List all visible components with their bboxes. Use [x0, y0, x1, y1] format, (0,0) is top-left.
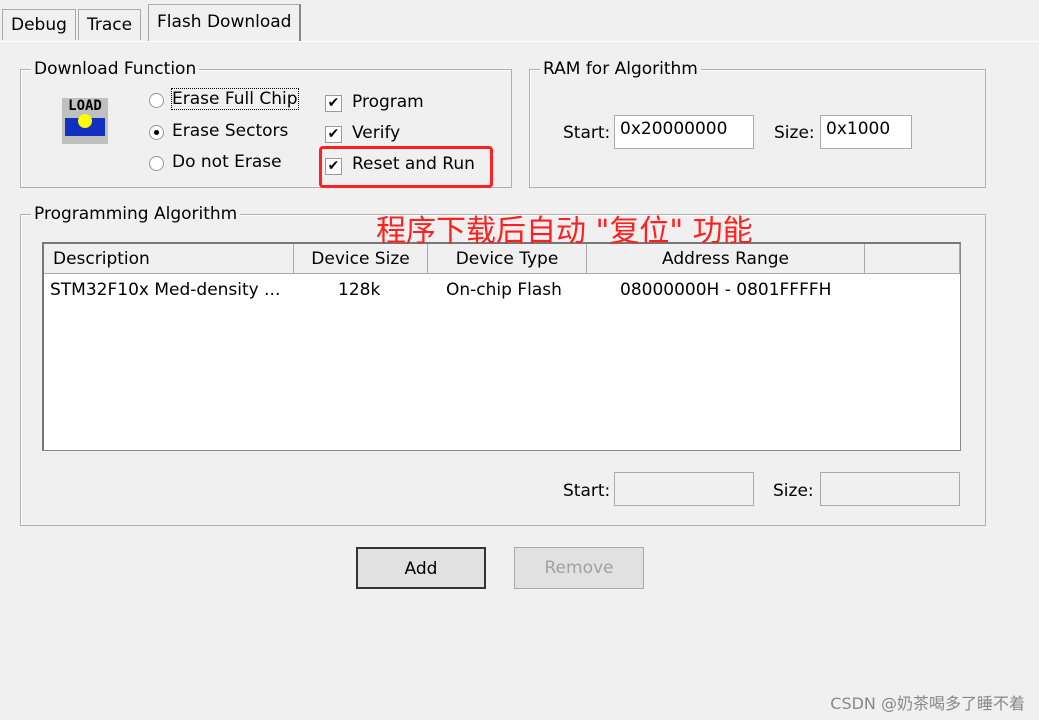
- algo-size-label: Size:: [773, 481, 814, 501]
- ram-size-input[interactable]: 0x1000: [820, 115, 912, 149]
- program-label[interactable]: Program: [352, 92, 424, 112]
- column-description[interactable]: Description: [44, 244, 294, 274]
- tab-debug[interactable]: Debug: [2, 9, 76, 40]
- highlight-box: [319, 146, 493, 188]
- algorithm-list[interactable]: Description Device Size Device Type Addr…: [42, 242, 961, 451]
- remove-button[interactable]: Remove: [514, 547, 644, 589]
- tab-trace[interactable]: Trace: [78, 9, 142, 40]
- cell-description: STM32F10x Med-density ...: [50, 280, 281, 300]
- do-not-erase-label[interactable]: Do not Erase: [172, 152, 282, 172]
- verify-label[interactable]: Verify: [352, 123, 400, 143]
- column-empty: [865, 244, 960, 274]
- tab-flash-download[interactable]: Flash Download: [148, 4, 302, 41]
- add-button[interactable]: Add: [356, 547, 486, 589]
- algo-size-input[interactable]: [820, 472, 960, 506]
- ram-size-label: Size:: [774, 123, 815, 143]
- program-checkbox[interactable]: ✔: [325, 95, 342, 112]
- erase-sectors-radio[interactable]: [149, 125, 164, 140]
- watermark: CSDN @奶茶喝多了睡不着: [830, 694, 1025, 713]
- erase-full-chip-radio[interactable]: [149, 93, 164, 108]
- cell-address-range: 08000000H - 0801FFFFH: [620, 280, 832, 300]
- verify-checkbox[interactable]: ✔: [325, 126, 342, 143]
- erase-sectors-label[interactable]: Erase Sectors: [172, 121, 288, 141]
- group-title: Download Function: [31, 58, 200, 80]
- cell-device-size: 128k: [338, 280, 381, 300]
- group-title: Programming Algorithm: [31, 203, 241, 225]
- do-not-erase-radio[interactable]: [149, 156, 164, 171]
- annotation-text: 程序下载后自动 "复位" 功能: [376, 214, 753, 249]
- algo-start-label: Start:: [563, 481, 611, 501]
- tab-divider: [0, 41, 1039, 42]
- ram-group: RAM for Algorithm Start: 0x20000000 Size…: [529, 58, 986, 188]
- load-icon: LOAD: [62, 98, 108, 144]
- algo-start-input[interactable]: [614, 472, 754, 506]
- group-title: RAM for Algorithm: [540, 58, 701, 80]
- ram-start-label: Start:: [563, 123, 611, 143]
- ram-start-input[interactable]: 0x20000000: [614, 115, 754, 149]
- erase-full-chip-label[interactable]: Erase Full Chip: [171, 88, 299, 110]
- cell-device-type: On-chip Flash: [446, 280, 562, 300]
